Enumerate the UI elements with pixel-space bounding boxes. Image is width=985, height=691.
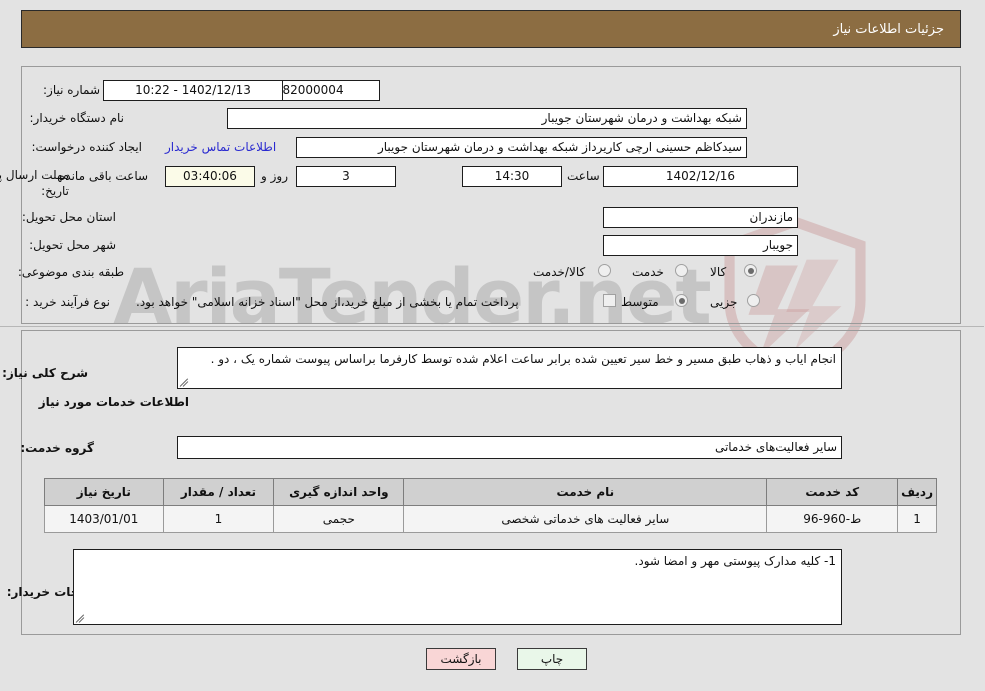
radio-category-service[interactable] bbox=[676, 264, 689, 277]
purchase-process-label: نوع فرآیند خرید : bbox=[26, 295, 111, 309]
radio-category-goods-label: کالا bbox=[711, 265, 728, 279]
request-creator-value: سیدکاظم حسینی ارچی کاریرداز شبکه بهداشت … bbox=[297, 137, 748, 158]
radio-category-goods-service[interactable] bbox=[599, 264, 612, 277]
service-group-label: گروه خدمت: bbox=[21, 441, 95, 455]
col-row-number: ردیف bbox=[898, 478, 938, 506]
general-description-value: انجام ایاب و ذهاب طبق مسیر و خط سیر تعیی… bbox=[211, 352, 837, 366]
cell-row-number: 1 bbox=[898, 505, 938, 533]
col-service-name: نام خدمت bbox=[404, 478, 769, 506]
buyer-notes-textarea[interactable]: 1- کلیه مدارک پیوستی مهر و امضا شود. bbox=[74, 549, 843, 625]
delivery-province-value: مازندران bbox=[604, 207, 799, 228]
col-unit: واحد اندازه گیری bbox=[274, 478, 406, 506]
announcement-datetime-value: 1402/12/13 - 10:22 bbox=[104, 80, 284, 101]
buyer-notes-value: 1- کلیه مدارک پیوستی مهر و امضا شود. bbox=[635, 554, 837, 568]
countdown-timer-value: 03:40:06 bbox=[166, 166, 256, 187]
need-number-label: شماره نیاز: bbox=[44, 83, 101, 97]
cell-unit: حجمی bbox=[274, 505, 406, 533]
delivery-city-value: جویبار bbox=[604, 235, 799, 256]
radio-process-minor-label: جزیی bbox=[711, 295, 739, 309]
col-service-code: کد خدمت bbox=[767, 478, 900, 506]
page-header-bar: جزئیات اطلاعات نیاز bbox=[22, 10, 962, 48]
delivery-province-label: استان محل تحویل: bbox=[22, 210, 117, 224]
islamic-treasury-text: پرداخت تمام یا بخشی از مبلغ خرید،از محل … bbox=[137, 295, 520, 309]
services-section-title: اطلاعات خدمات مورد نیاز bbox=[39, 395, 190, 409]
resize-grip-icon bbox=[180, 377, 191, 387]
cell-service-name: سایر فعالیت های خدماتی شخصی bbox=[404, 505, 769, 533]
service-group-value: سایر فعالیت‌های خدماتی bbox=[178, 436, 843, 459]
deadline-date-value: 1402/12/16 bbox=[604, 166, 799, 187]
general-description-textarea[interactable]: انجام ایاب و ذهاب طبق مسیر و خط سیر تعیی… bbox=[178, 347, 843, 389]
radio-process-medium-label: متوسط bbox=[622, 295, 660, 309]
deadline-time-value: 14:30 bbox=[463, 166, 563, 187]
buyer-contact-link[interactable]: اطلاعات تماس خریدار bbox=[166, 140, 277, 154]
checkbox-islamic-treasury[interactable] bbox=[604, 294, 617, 307]
deadline-hour-label: ساعت bbox=[568, 169, 601, 183]
print-button[interactable]: چاپ bbox=[518, 648, 588, 670]
radio-category-goods[interactable] bbox=[745, 264, 758, 277]
remaining-days-label: روز و bbox=[262, 169, 289, 183]
deadline-label-line2: تاریخ: bbox=[42, 184, 70, 198]
cell-quantity: 1 bbox=[163, 505, 276, 533]
radio-process-minor[interactable] bbox=[748, 294, 761, 307]
col-need-date: تاریخ نیاز bbox=[45, 478, 165, 506]
buyer-org-label: نام دستگاه خریدار: bbox=[30, 111, 126, 125]
remaining-hours-label: ساعت باقی مانده bbox=[60, 169, 150, 183]
cell-service-code: ط-960-96 bbox=[767, 505, 900, 533]
table-header-row: ردیف کد خدمت نام خدمت واحد اندازه گیری ت… bbox=[45, 478, 938, 506]
services-table: ردیف کد خدمت نام خدمت واحد اندازه گیری ت… bbox=[45, 478, 938, 533]
radio-category-goods-service-label: کالا/خدمت bbox=[534, 265, 587, 279]
col-quantity: تعداد / مقدار bbox=[163, 478, 276, 506]
resize-grip-icon bbox=[76, 613, 87, 623]
panel-divider bbox=[0, 326, 985, 327]
cell-need-date: 1403/01/01 bbox=[45, 505, 165, 533]
back-button[interactable]: بازگشت bbox=[427, 648, 497, 670]
delivery-city-label: شهر محل تحویل: bbox=[30, 238, 117, 252]
remaining-days-value: 3 bbox=[297, 166, 397, 187]
table-row: 1 ط-960-96 سایر فعالیت های خدماتی شخصی ح… bbox=[45, 505, 938, 533]
radio-category-service-label: خدمت bbox=[633, 265, 665, 279]
need-info-panel bbox=[22, 66, 962, 324]
radio-process-medium[interactable] bbox=[676, 294, 689, 307]
request-creator-label: ایجاد کننده درخواست: bbox=[32, 140, 143, 154]
subject-category-label: طبقه بندی موضوعی: bbox=[18, 265, 125, 279]
general-description-label: شرح کلی نیاز: bbox=[3, 366, 89, 380]
page-title: جزئیات اطلاعات نیاز bbox=[834, 22, 945, 37]
buyer-org-value: شبکه بهداشت و درمان شهرستان جویبار bbox=[228, 108, 748, 129]
